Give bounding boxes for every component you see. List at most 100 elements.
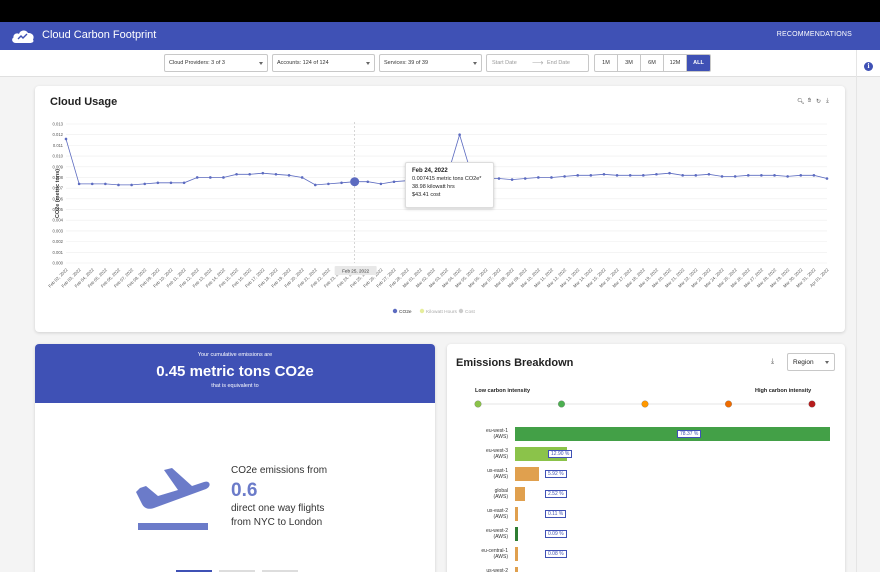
airplane-takeoff-icon	[136, 468, 210, 530]
region-percent-label: 2.52 %	[545, 490, 567, 498]
co2e-data-point	[340, 181, 343, 185]
date-range-picker[interactable]: Start Date ⟶ End Date	[486, 54, 589, 72]
region-percent-label: 0.08 %	[545, 550, 567, 558]
low-intensity-label: Low carbon intensity	[475, 388, 531, 394]
region-bar[interactable]	[515, 527, 518, 541]
co2e-data-point	[327, 182, 330, 186]
region-label: eu-west-1 (AWS)	[470, 428, 508, 440]
download-icon[interactable]: ⤓	[771, 358, 774, 366]
co2e-data-point	[182, 181, 186, 185]
co2e-data-point	[117, 183, 120, 187]
co2e-data-point	[707, 172, 711, 176]
region-provider: (AWS)	[493, 494, 508, 500]
y-tick-label: 0.010	[53, 154, 64, 159]
y-tick-label: 0.003	[53, 228, 64, 233]
region-bar[interactable]	[515, 487, 526, 501]
range-1m-button[interactable]: 1M	[595, 55, 618, 71]
region-bar[interactable]	[515, 547, 518, 561]
co2e-data-point	[300, 176, 304, 179]
co2e-data-point	[209, 176, 212, 179]
accounts-select[interactable]: Accounts: 124 of 124	[272, 54, 375, 72]
side-panel-divider	[856, 50, 857, 572]
carbon-intensity-scale	[474, 400, 816, 408]
region-bar[interactable]	[515, 567, 518, 572]
chevron-down-icon	[259, 61, 263, 65]
co2e-data-point	[350, 177, 360, 187]
co2e-data-point	[235, 172, 238, 176]
region-label: us-east-1 (AWS)	[470, 468, 508, 480]
co2e-data-point	[694, 174, 698, 177]
co2e-data-point	[379, 182, 383, 186]
equivalency-line-1: direct one way flights	[231, 503, 325, 514]
y-axis-label: CO2e (metric tons)	[55, 169, 61, 218]
co2e-data-point	[655, 172, 658, 176]
end-date-input[interactable]: End Date	[547, 60, 570, 66]
range-all-button[interactable]: ALL	[687, 55, 710, 71]
region-bar[interactable]	[515, 467, 539, 481]
range-12m-button[interactable]: 12M	[664, 55, 687, 71]
region-name: us-west-2	[486, 568, 508, 572]
co2e-data-point	[458, 133, 461, 136]
services-value: Services: 39 of 39	[384, 60, 429, 66]
tooltip-kwh: 38.98 kilowatt hrs	[412, 184, 455, 190]
co2e-data-point	[156, 181, 160, 185]
co2e-data-point	[195, 176, 199, 179]
region-percent-label: 0.09 %	[545, 530, 567, 538]
cloud-providers-value: Cloud Providers: 3 of 3	[169, 60, 225, 66]
recommendations-link[interactable]: RECOMMENDATIONS	[777, 31, 852, 38]
legend-marker	[419, 308, 425, 314]
co2e-data-point	[642, 174, 645, 177]
intensity-dot	[725, 400, 732, 408]
co2e-data-point	[812, 174, 816, 177]
info-icon[interactable]: i	[864, 62, 873, 71]
group-by-select[interactable]: Region	[787, 353, 835, 371]
region-bar[interactable]	[515, 427, 830, 441]
co2e-data-point	[104, 182, 107, 186]
co2e-data-point	[825, 177, 829, 180]
accounts-value: Accounts: 124 of 124	[277, 60, 329, 66]
region-percent-label: 5.92 %	[545, 470, 567, 478]
y-tick-label: 0.011	[53, 143, 64, 148]
chevron-down-icon	[366, 61, 370, 65]
co2e-data-point	[720, 175, 724, 178]
range-3m-button[interactable]: 3M	[618, 55, 641, 71]
region-label: eu-west-2 (AWS)	[470, 528, 508, 540]
co2e-data-point	[222, 176, 225, 179]
co2e-data-point	[287, 174, 291, 177]
tooltip-co2e: 0.007415 metric tons CO2e*	[412, 176, 482, 182]
intensity-dot	[474, 400, 482, 408]
region-percent-label: 78.37 %	[677, 430, 702, 438]
cloud-providers-select[interactable]: Cloud Providers: 3 of 3	[164, 54, 268, 72]
arrow-right-icon: ⟶	[532, 58, 544, 67]
app-bar: Cloud Carbon Footprint RECOMMENDATIONS	[0, 22, 880, 50]
region-label: eu-west-3 (AWS)	[470, 448, 508, 460]
legend-label: CO2e	[399, 309, 412, 315]
y-tick-label: 0.000	[53, 261, 64, 266]
co2e-data-point	[248, 172, 251, 176]
emissions-header: Your cumulative emissions are 0.45 metri…	[35, 344, 435, 403]
range-6m-button[interactable]: 6M	[641, 55, 664, 71]
region-provider: (AWS)	[493, 554, 508, 560]
co2e-data-point	[799, 174, 803, 177]
services-select[interactable]: Services: 39 of 39	[379, 54, 482, 72]
region-label: us-west-2	[470, 568, 508, 572]
app-title: Cloud Carbon Footprint	[42, 29, 157, 41]
co2e-data-point	[537, 176, 540, 179]
y-tick-label: 0.012	[53, 132, 64, 137]
emissions-intro: Your cumulative emissions are	[197, 352, 273, 358]
start-date-input[interactable]: Start Date	[492, 60, 517, 66]
equivalency-prefix: CO2e emissions from	[231, 465, 328, 476]
co2e-data-point	[510, 178, 514, 181]
chart-tooltip: Feb 24, 2022 0.007415 metric tons CO2e* …	[405, 162, 494, 208]
top-black-bar	[0, 0, 880, 22]
region-provider: (AWS)	[493, 514, 508, 520]
usage-line-chart: 0.0000.0010.0020.0030.0040.0050.0060.007…	[47, 122, 830, 316]
region-bar[interactable]	[515, 507, 518, 521]
legend-marker	[458, 308, 464, 314]
co2e-data-point	[261, 171, 265, 175]
co2e-data-point	[143, 182, 147, 186]
co2e-data-point	[274, 172, 278, 176]
intensity-dot	[641, 400, 649, 408]
region-label: eu-central-1 (AWS)	[470, 548, 508, 560]
chevron-down-icon	[825, 360, 829, 364]
